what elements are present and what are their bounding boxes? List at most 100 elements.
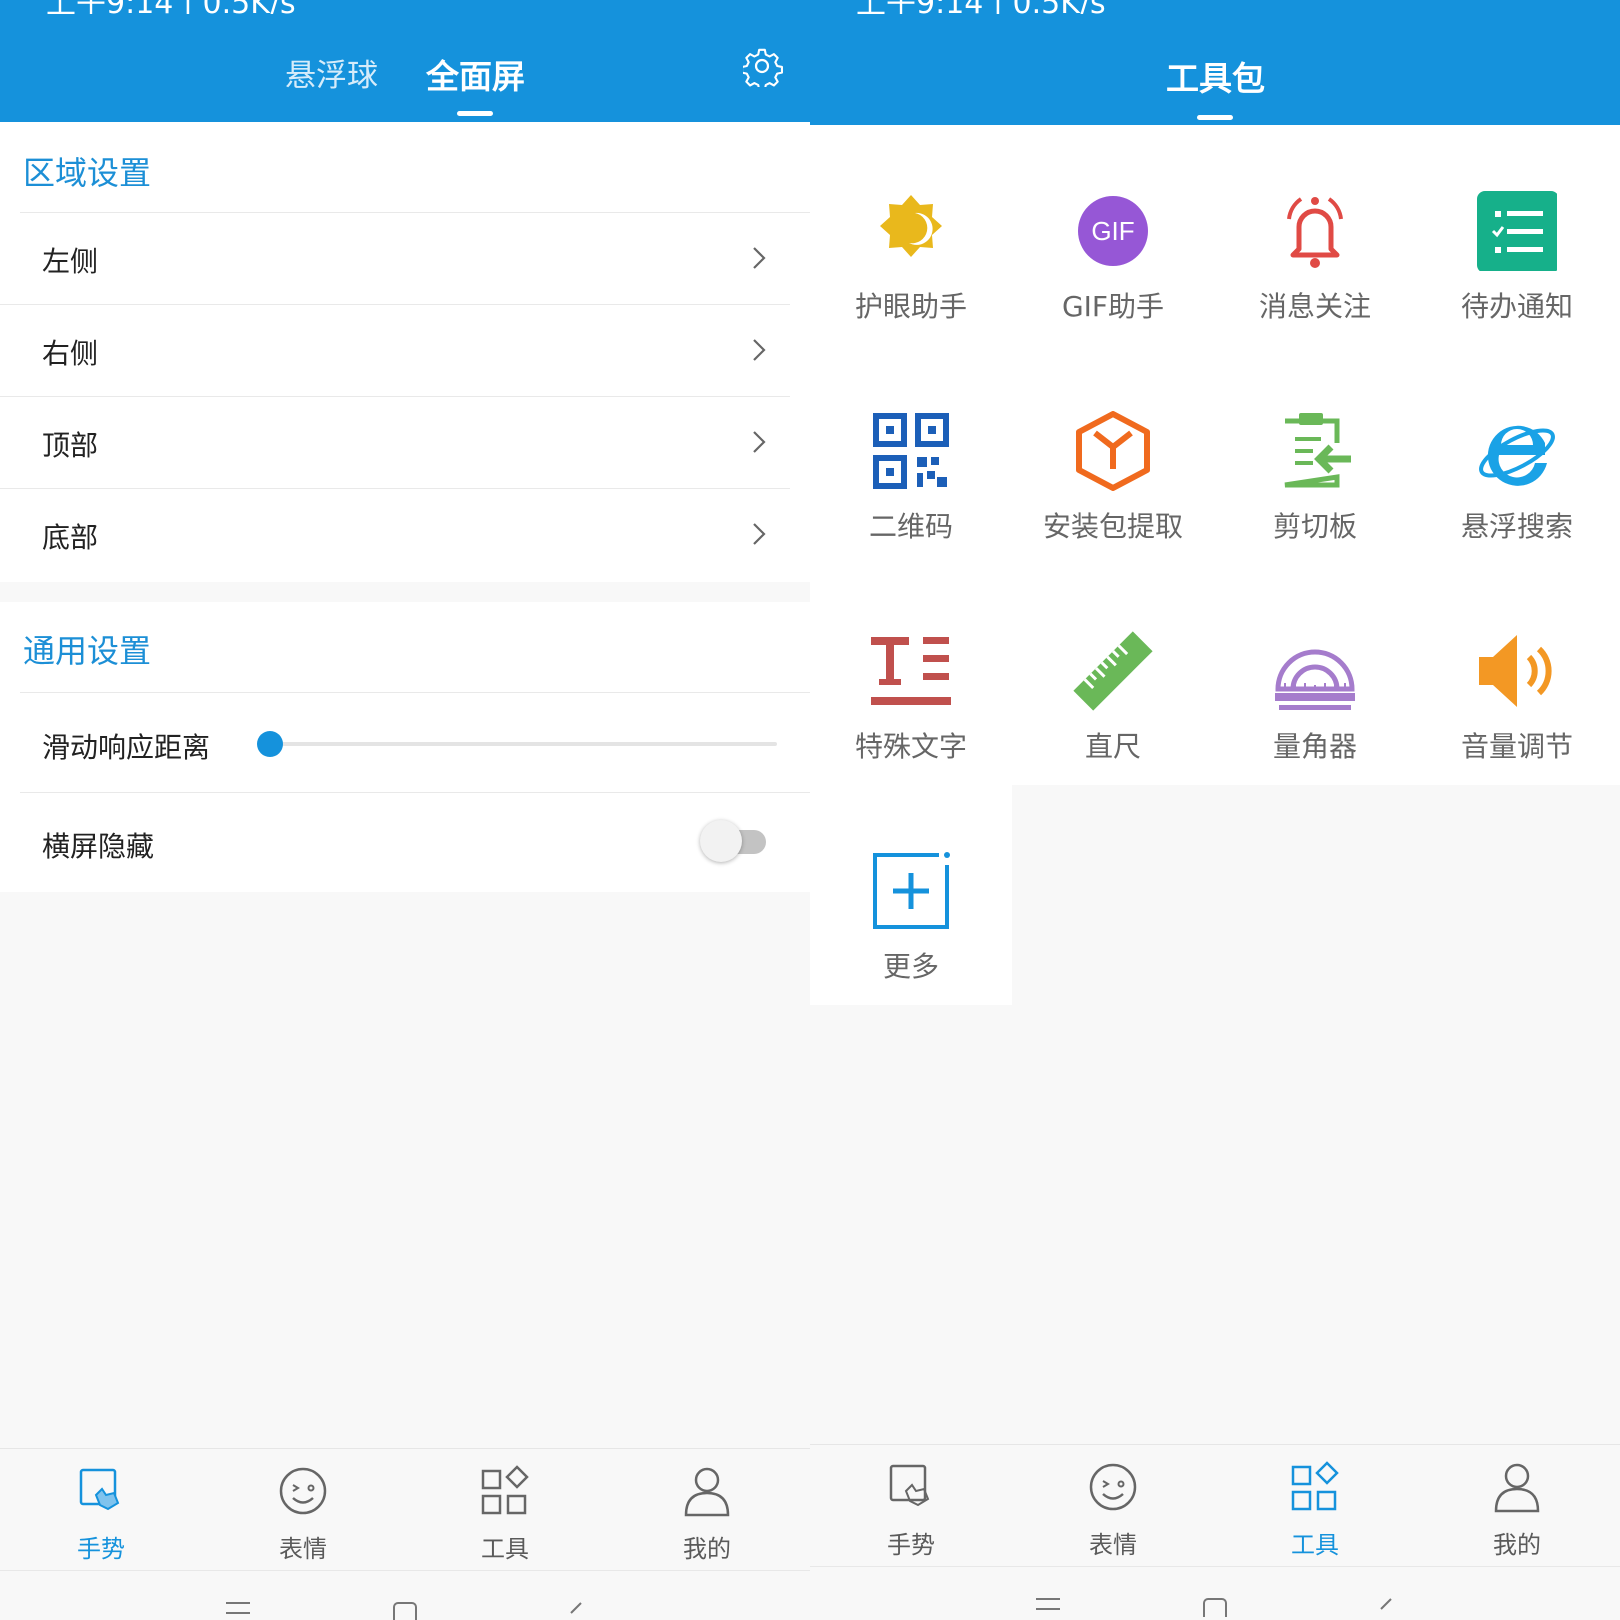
- tool-special-text[interactable]: 特殊文字: [810, 565, 1012, 785]
- tool-label: 更多: [882, 950, 939, 983]
- tools-icon: [1291, 1461, 1339, 1511]
- tool-message-watch[interactable]: 消息关注: [1214, 125, 1416, 345]
- tool-package-extract[interactable]: 安装包提取: [1012, 345, 1214, 565]
- tool-todo[interactable]: 待办通知: [1416, 125, 1618, 345]
- chevron-right-icon: [753, 523, 766, 545]
- eye-care-icon: [880, 195, 942, 257]
- nav-label: 手势: [887, 1531, 935, 1559]
- back-icon[interactable]: [1375, 1597, 1395, 1617]
- active-tab-indicator: [457, 111, 493, 116]
- landscape-hide-toggle[interactable]: [700, 820, 766, 862]
- tool-protractor[interactable]: 量角器: [1214, 565, 1416, 785]
- nav-tools[interactable]: 工具: [404, 1449, 606, 1571]
- tool-label: 特殊文字: [854, 730, 967, 763]
- active-tab-indicator: [1197, 115, 1233, 120]
- region-item-left[interactable]: 左侧: [0, 212, 810, 304]
- status-time: 上午9:14 | 0.5K/s: [46, 0, 296, 14]
- tool-label: 消息关注: [1258, 290, 1371, 323]
- chevron-right-icon: [753, 431, 766, 453]
- menu-icon[interactable]: [225, 1601, 251, 1620]
- nav-gesture[interactable]: 手势: [810, 1445, 1012, 1567]
- tab-floating-ball[interactable]: 悬浮球: [285, 50, 378, 95]
- tool-label: 直尺: [1084, 730, 1141, 763]
- browser-e-icon: [1479, 425, 1555, 486]
- swipe-distance-slider-track[interactable]: [270, 742, 777, 746]
- tool-label: 二维码: [868, 510, 953, 543]
- menu-icon[interactable]: [1035, 1597, 1061, 1617]
- tool-label: 悬浮搜索: [1460, 510, 1573, 543]
- profile-icon: [684, 1467, 730, 1517]
- tool-volume[interactable]: 音量调节: [1416, 565, 1618, 785]
- app-header: 上午9:14 | 0.5K/s 工具包: [810, 0, 1620, 125]
- package-box-icon: [1076, 411, 1150, 491]
- section-title-region: 区域设置: [23, 154, 152, 192]
- page-title: 工具包: [1166, 59, 1265, 98]
- tool-gif[interactable]: GIF GIF助手: [1012, 125, 1214, 345]
- tool-ruler[interactable]: 直尺: [1012, 565, 1214, 785]
- home-icon[interactable]: [392, 1601, 418, 1620]
- volume-icon: [1479, 635, 1552, 707]
- qr-code-icon: [873, 413, 949, 489]
- system-nav-bar: [0, 1570, 810, 1620]
- emoji-icon: [279, 1467, 327, 1515]
- app-header: 上午9:14 | 0.5K/s 悬浮球 全面屏: [0, 0, 810, 122]
- nav-profile[interactable]: 我的: [606, 1449, 808, 1571]
- tool-clipboard[interactable]: 剪切板: [1214, 345, 1416, 565]
- tool-float-search[interactable]: 悬浮搜索: [1416, 345, 1618, 565]
- gif-icon: GIF: [1078, 196, 1148, 266]
- tool-more[interactable]: 更多: [810, 785, 1012, 1005]
- gesture-icon: [889, 1464, 930, 1507]
- nav-label: 表情: [279, 1535, 327, 1563]
- region-item-label: 左侧: [42, 245, 99, 278]
- nav-emoji[interactable]: 表情: [1012, 1445, 1214, 1567]
- landscape-hide-label: 横屏隐藏: [42, 830, 155, 863]
- nav-label: 表情: [1089, 1531, 1137, 1559]
- bell-icon: [1287, 197, 1343, 268]
- region-item-right[interactable]: 右侧: [0, 304, 810, 396]
- ruler-icon: [1073, 631, 1153, 711]
- system-nav-bar: [810, 1566, 1620, 1620]
- tool-qr-code[interactable]: 二维码: [810, 345, 1012, 565]
- nav-profile[interactable]: 我的: [1416, 1445, 1618, 1567]
- nav-emoji[interactable]: 表情: [202, 1449, 404, 1571]
- region-item-label: 右侧: [42, 337, 99, 370]
- gesture-icon: [79, 1468, 120, 1511]
- status-time: 上午9:14 | 0.5K/s: [856, 0, 1106, 14]
- bottom-nav: 手势 表情 工具 我的: [0, 1448, 810, 1570]
- nav-label: 手势: [77, 1535, 125, 1563]
- nav-label: 工具: [1291, 1531, 1339, 1559]
- chevron-right-icon: [753, 339, 766, 361]
- nav-label: 工具: [481, 1535, 529, 1563]
- clipboard-icon: [1284, 413, 1351, 488]
- chevron-right-icon: [753, 247, 766, 269]
- gear-icon[interactable]: [743, 47, 783, 87]
- section-title-general: 通用设置: [23, 632, 152, 670]
- home-icon[interactable]: [1202, 1597, 1228, 1617]
- tab-full-screen[interactable]: 全面屏: [426, 50, 525, 98]
- nav-gesture[interactable]: 手势: [0, 1449, 202, 1571]
- gesture-settings-screen: 上午9:14 | 0.5K/s 悬浮球 全面屏 区域设置 左侧 右侧 顶部 底部: [0, 0, 810, 1620]
- region-item-top[interactable]: 顶部: [0, 396, 810, 488]
- region-item-label: 顶部: [42, 429, 99, 462]
- special-text-icon: [871, 637, 951, 705]
- back-icon[interactable]: [565, 1601, 585, 1620]
- swipe-distance-slider-thumb[interactable]: [257, 731, 283, 757]
- region-item-bottom[interactable]: 底部: [0, 488, 810, 580]
- region-item-label: 底部: [42, 521, 99, 554]
- tool-label: 待办通知: [1460, 290, 1573, 323]
- swipe-distance-row: 滑动响应距离: [0, 692, 810, 792]
- tools-icon: [481, 1465, 529, 1515]
- tool-label: GIF助手: [1061, 290, 1165, 323]
- status-bar: 上午9:14 | 0.5K/s: [0, 0, 810, 14]
- tool-label: 音量调节: [1460, 730, 1573, 763]
- tool-eye-care[interactable]: 护眼助手: [810, 125, 1012, 345]
- landscape-hide-row: 横屏隐藏: [0, 792, 810, 892]
- emoji-icon: [1089, 1463, 1137, 1511]
- tool-label: 护眼助手: [854, 290, 967, 323]
- nav-tools[interactable]: 工具: [1214, 1445, 1416, 1567]
- tool-label: 安装包提取: [1042, 510, 1183, 543]
- profile-icon: [1494, 1463, 1540, 1513]
- bottom-nav: 手势 表情 工具 我的: [810, 1444, 1620, 1566]
- add-more-icon: [873, 852, 950, 929]
- nav-label: 我的: [683, 1535, 731, 1563]
